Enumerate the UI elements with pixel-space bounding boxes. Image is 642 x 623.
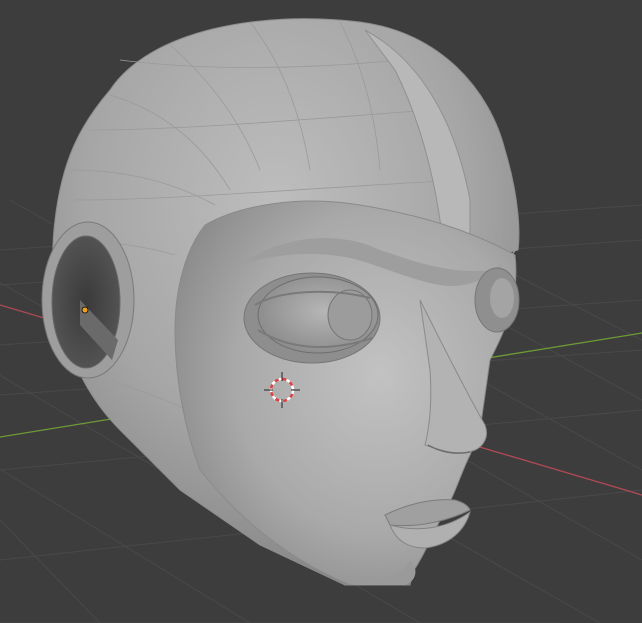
iris-far bbox=[490, 278, 514, 318]
viewport-canvas[interactable] bbox=[0, 0, 642, 623]
object-origin-point[interactable] bbox=[81, 306, 89, 314]
3d-viewport[interactable] bbox=[0, 0, 642, 623]
